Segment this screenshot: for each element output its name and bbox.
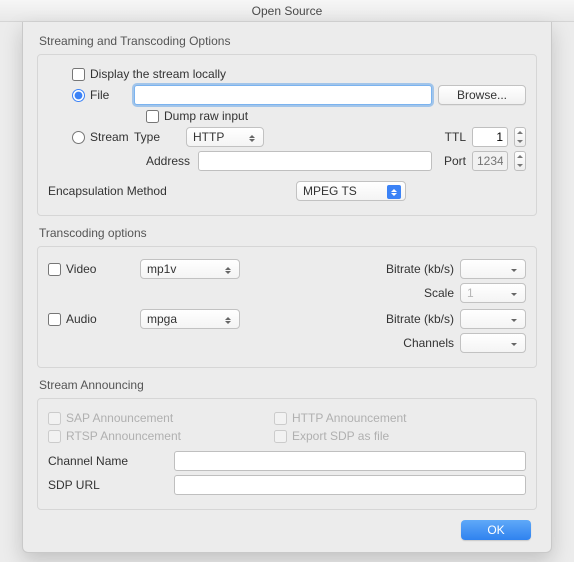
export-sdp-checkbox-input: [274, 430, 287, 443]
video-codec-value: mp1v: [147, 262, 176, 276]
stream-radio-label: Stream: [90, 130, 129, 144]
chevron-down-icon: [507, 287, 521, 301]
address-label: Address: [146, 154, 192, 168]
audio-channels-label: Channels: [376, 336, 454, 350]
audio-bitrate-select[interactable]: [460, 309, 526, 329]
chevron-down-icon: [507, 313, 521, 327]
rtsp-checkbox: RTSP Announcement: [48, 429, 268, 443]
audio-bitrate-label: Bitrate (kb/s): [376, 312, 454, 326]
audio-channels-select[interactable]: [460, 333, 526, 353]
sdp-url-label: SDP URL: [48, 478, 168, 492]
stepper-up-icon[interactable]: [515, 128, 525, 137]
file-radio-input[interactable]: [72, 89, 85, 102]
http-checkbox-input: [274, 412, 287, 425]
ttl-label: TTL: [438, 130, 466, 144]
type-select[interactable]: HTTP: [186, 127, 264, 147]
export-sdp-checkbox: Export SDP as file: [274, 429, 389, 443]
video-scale-select[interactable]: 1: [460, 283, 526, 303]
audio-label: Audio: [66, 312, 97, 326]
stream-radio[interactable]: Stream: [72, 130, 128, 144]
channel-name-input[interactable]: [174, 451, 526, 471]
display-locally-label: Display the stream locally: [90, 67, 226, 81]
ok-button[interactable]: OK: [461, 520, 531, 540]
http-checkbox: HTTP Announcement: [274, 411, 407, 425]
http-label: HTTP Announcement: [292, 411, 407, 425]
video-bitrate-label: Bitrate (kb/s): [376, 262, 454, 276]
streaming-box: Display the stream locally File Browse..…: [37, 54, 537, 216]
file-radio[interactable]: File: [72, 88, 128, 102]
group-title-transcoding: Transcoding options: [39, 226, 537, 240]
video-checkbox-input[interactable]: [48, 263, 61, 276]
port-stepper[interactable]: [514, 151, 526, 171]
sap-label: SAP Announcement: [66, 411, 173, 425]
rtsp-label: RTSP Announcement: [66, 429, 181, 443]
type-label: Type: [134, 130, 180, 144]
chevron-down-icon: [507, 337, 521, 351]
browse-button[interactable]: Browse...: [438, 85, 526, 105]
video-label: Video: [66, 262, 96, 276]
window-title: Open Source: [252, 4, 323, 18]
audio-checkbox-input[interactable]: [48, 313, 61, 326]
display-locally-input[interactable]: [72, 68, 85, 81]
stepper-up-icon[interactable]: [515, 152, 525, 161]
dump-raw-checkbox[interactable]: Dump raw input: [146, 109, 248, 123]
encapsulation-value: MPEG TS: [303, 184, 357, 198]
chevron-updown-icon: [221, 313, 235, 327]
video-scale-label: Scale: [376, 286, 454, 300]
rtsp-checkbox-input: [48, 430, 61, 443]
transcoding-box: Video mp1v Bitrate (kb/s) Scale 1: [37, 246, 537, 368]
port-input: [472, 151, 508, 171]
type-value: HTTP: [193, 130, 224, 144]
stream-radio-input[interactable]: [72, 131, 85, 144]
display-locally-checkbox[interactable]: Display the stream locally: [72, 67, 226, 81]
chevron-updown-icon: [245, 131, 259, 145]
dump-raw-input[interactable]: [146, 110, 159, 123]
chevron-updown-icon: [387, 185, 401, 199]
stepper-down-icon[interactable]: [515, 161, 525, 170]
video-checkbox[interactable]: Video: [48, 262, 112, 276]
window-titlebar: Open Source: [0, 0, 574, 22]
encapsulation-select[interactable]: MPEG TS: [296, 181, 406, 201]
channel-name-label: Channel Name: [48, 454, 168, 468]
file-radio-label: File: [90, 88, 109, 102]
ttl-stepper[interactable]: [514, 127, 526, 147]
group-title-streaming: Streaming and Transcoding Options: [39, 34, 537, 48]
audio-checkbox[interactable]: Audio: [48, 312, 112, 326]
sheet-panel: Streaming and Transcoding Options Displa…: [22, 22, 552, 553]
sdp-url-input[interactable]: [174, 475, 526, 495]
encapsulation-label: Encapsulation Method: [48, 184, 167, 198]
audio-codec-select[interactable]: mpga: [140, 309, 240, 329]
file-path-input[interactable]: [134, 85, 432, 105]
video-scale-value: 1: [467, 286, 474, 300]
address-input[interactable]: [198, 151, 432, 171]
video-bitrate-select[interactable]: [460, 259, 526, 279]
chevron-updown-icon: [221, 263, 235, 277]
group-title-announcing: Stream Announcing: [39, 378, 537, 392]
dump-raw-label: Dump raw input: [164, 109, 248, 123]
stepper-down-icon[interactable]: [515, 137, 525, 146]
ttl-input[interactable]: [472, 127, 508, 147]
export-sdp-label: Export SDP as file: [292, 429, 389, 443]
sap-checkbox: SAP Announcement: [48, 411, 268, 425]
chevron-down-icon: [507, 263, 521, 277]
port-label: Port: [438, 154, 466, 168]
audio-codec-value: mpga: [147, 312, 177, 326]
sap-checkbox-input: [48, 412, 61, 425]
video-codec-select[interactable]: mp1v: [140, 259, 240, 279]
announcing-box: SAP Announcement HTTP Announcement RTSP …: [37, 398, 537, 510]
